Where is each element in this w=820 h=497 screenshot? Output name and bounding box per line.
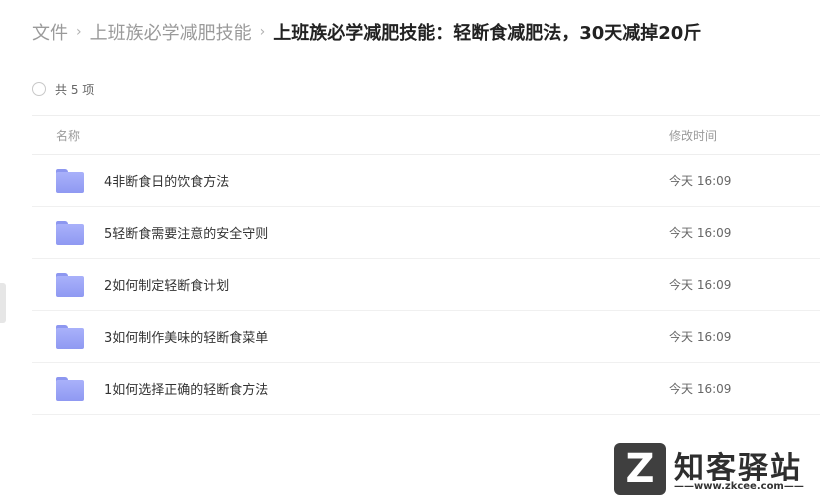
folder-icon — [56, 376, 84, 401]
folder-icon — [56, 272, 84, 297]
list-item[interactable]: 4非断食日的饮食方法 今天 16:09 — [32, 155, 820, 207]
selection-bar: 共 5 项 — [32, 80, 94, 98]
item-count: 共 5 项 — [55, 82, 95, 97]
folder-icon — [56, 324, 84, 349]
select-all-checkbox[interactable] — [32, 82, 46, 96]
name-cell: 5轻断食需要注意的安全守则 — [32, 220, 669, 245]
list-header: 名称 修改时间 — [32, 115, 820, 155]
breadcrumb: 文件 › 上班族必学减肥技能 › 上班族必学减肥技能：轻断食减肥法，30天减掉2… — [32, 20, 701, 44]
name-cell: 4非断食日的饮食方法 — [32, 168, 669, 193]
breadcrumb-current: 上班族必学减肥技能：轻断食减肥法，30天减掉20斤 — [273, 23, 702, 44]
column-header-modified[interactable]: 修改时间 — [669, 127, 820, 144]
list-item[interactable]: 3如何制作美味的轻断食菜单 今天 16:09 — [32, 311, 820, 363]
breadcrumb-item-parent[interactable]: 上班族必学减肥技能 — [90, 19, 252, 45]
name-cell: 3如何制作美味的轻断食菜单 — [32, 324, 669, 349]
watermark-url: ——www.zkcee.com—— — [674, 481, 804, 492]
breadcrumb-item-files[interactable]: 文件 — [32, 19, 68, 45]
folder-name[interactable]: 2如何制定轻断食计划 — [104, 275, 229, 294]
list-item[interactable]: 5轻断食需要注意的安全守则 今天 16:09 — [32, 207, 820, 259]
watermark: Z 知客驿站 ——www.zkcee.com—— — [614, 441, 820, 497]
modified-time: 今天 16:09 — [669, 330, 732, 344]
breadcrumb-separator: › — [76, 24, 82, 40]
modified-time: 今天 16:09 — [669, 278, 732, 292]
modified-time: 今天 16:09 — [669, 174, 732, 188]
folder-icon — [56, 168, 84, 193]
modified-time: 今天 16:09 — [669, 382, 732, 396]
folder-name[interactable]: 5轻断食需要注意的安全守则 — [104, 223, 268, 242]
side-panel-handle[interactable] — [0, 283, 6, 323]
modified-time: 今天 16:09 — [669, 226, 732, 240]
list-item[interactable]: 1如何选择正确的轻断食方法 今天 16:09 — [32, 363, 820, 415]
folder-name[interactable]: 3如何制作美味的轻断食菜单 — [104, 327, 268, 346]
breadcrumb-separator: › — [259, 24, 266, 40]
folder-name[interactable]: 4非断食日的饮食方法 — [104, 171, 229, 190]
column-header-name[interactable]: 名称 — [32, 127, 669, 144]
folder-icon — [56, 220, 84, 245]
name-cell: 2如何制定轻断食计划 — [32, 272, 669, 297]
folder-name[interactable]: 1如何选择正确的轻断食方法 — [104, 379, 268, 398]
watermark-logo-letter: Z — [625, 446, 655, 492]
name-cell: 1如何选择正确的轻断食方法 — [32, 376, 669, 401]
watermark-logo-icon: Z — [614, 443, 666, 495]
list-item[interactable]: 2如何制定轻断食计划 今天 16:09 — [32, 259, 820, 311]
file-list: 名称 修改时间 4非断食日的饮食方法 今天 16:09 5轻断食需要注意的安全守… — [32, 115, 820, 415]
